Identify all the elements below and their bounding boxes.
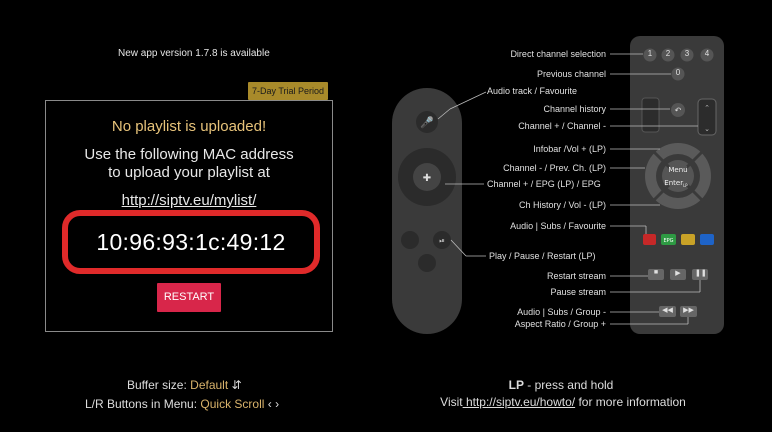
rewind-icon: ◀◀	[662, 307, 673, 314]
remote-diagrams: 🎤 ✚ ⏯ ↶ ⌃ ⌄ Menu EnterLP EPG	[392, 36, 724, 334]
forward-icon: ▶▶	[683, 307, 694, 314]
keypad-3: 3	[684, 49, 690, 58]
pause-icon: ❚❚	[695, 270, 707, 277]
history-icon: ↶	[674, 106, 682, 115]
keypad-4: 4	[704, 49, 710, 58]
label-channel-history: Channel history	[543, 104, 606, 114]
play-icon: ▶	[675, 270, 681, 277]
label-audio-subs-group: Audio | Subs / Group -	[517, 307, 606, 317]
chevron-down-icon: ⌄	[704, 125, 710, 133]
label-ch-history-vol: Ch History / Vol - (LP)	[518, 200, 606, 210]
keypad-0: 0	[675, 68, 681, 77]
volume-rocker	[641, 97, 660, 133]
label-audio-track: Audio track / Favourite	[487, 86, 578, 96]
keypad-1: 1	[647, 49, 653, 58]
label-infobar: Infobar /Vol + (LP)	[533, 144, 606, 154]
label-channel-plus-minus: Channel + / Channel -	[518, 121, 606, 131]
lp-icon: ✚	[423, 173, 431, 184]
stop-icon: ■	[653, 269, 659, 276]
menu-key-label: Menu	[668, 166, 687, 174]
label-previous-channel: Previous channel	[536, 69, 606, 79]
label-channel-epg: Channel + / EPG (LP) / EPG	[487, 179, 601, 189]
label-direct-channel: Direct channel selection	[510, 49, 606, 59]
yellow-key	[681, 234, 695, 245]
small-button-left	[401, 231, 419, 249]
label-aspect-ratio: Aspect Ratio / Group +	[514, 319, 606, 329]
blue-key	[700, 234, 714, 245]
label-pause-stream: Pause stream	[550, 287, 606, 297]
label-audio-subs-fav: Audio | Subs / Favourite	[510, 221, 606, 231]
label-play-pause: Play / Pause / Restart (LP)	[489, 251, 596, 261]
small-button-bottom	[418, 254, 436, 272]
red-key	[643, 234, 656, 245]
epg-key-label: EPG	[663, 238, 673, 244]
chevron-up-icon: ⌃	[704, 104, 710, 112]
keypad-2: 2	[665, 49, 671, 58]
play-pause-icon: ⏯	[439, 237, 445, 245]
label-restart-stream: Restart stream	[546, 271, 606, 281]
label-channel-minus-prev: Channel - / Prev. Ch. (LP)	[503, 163, 606, 173]
